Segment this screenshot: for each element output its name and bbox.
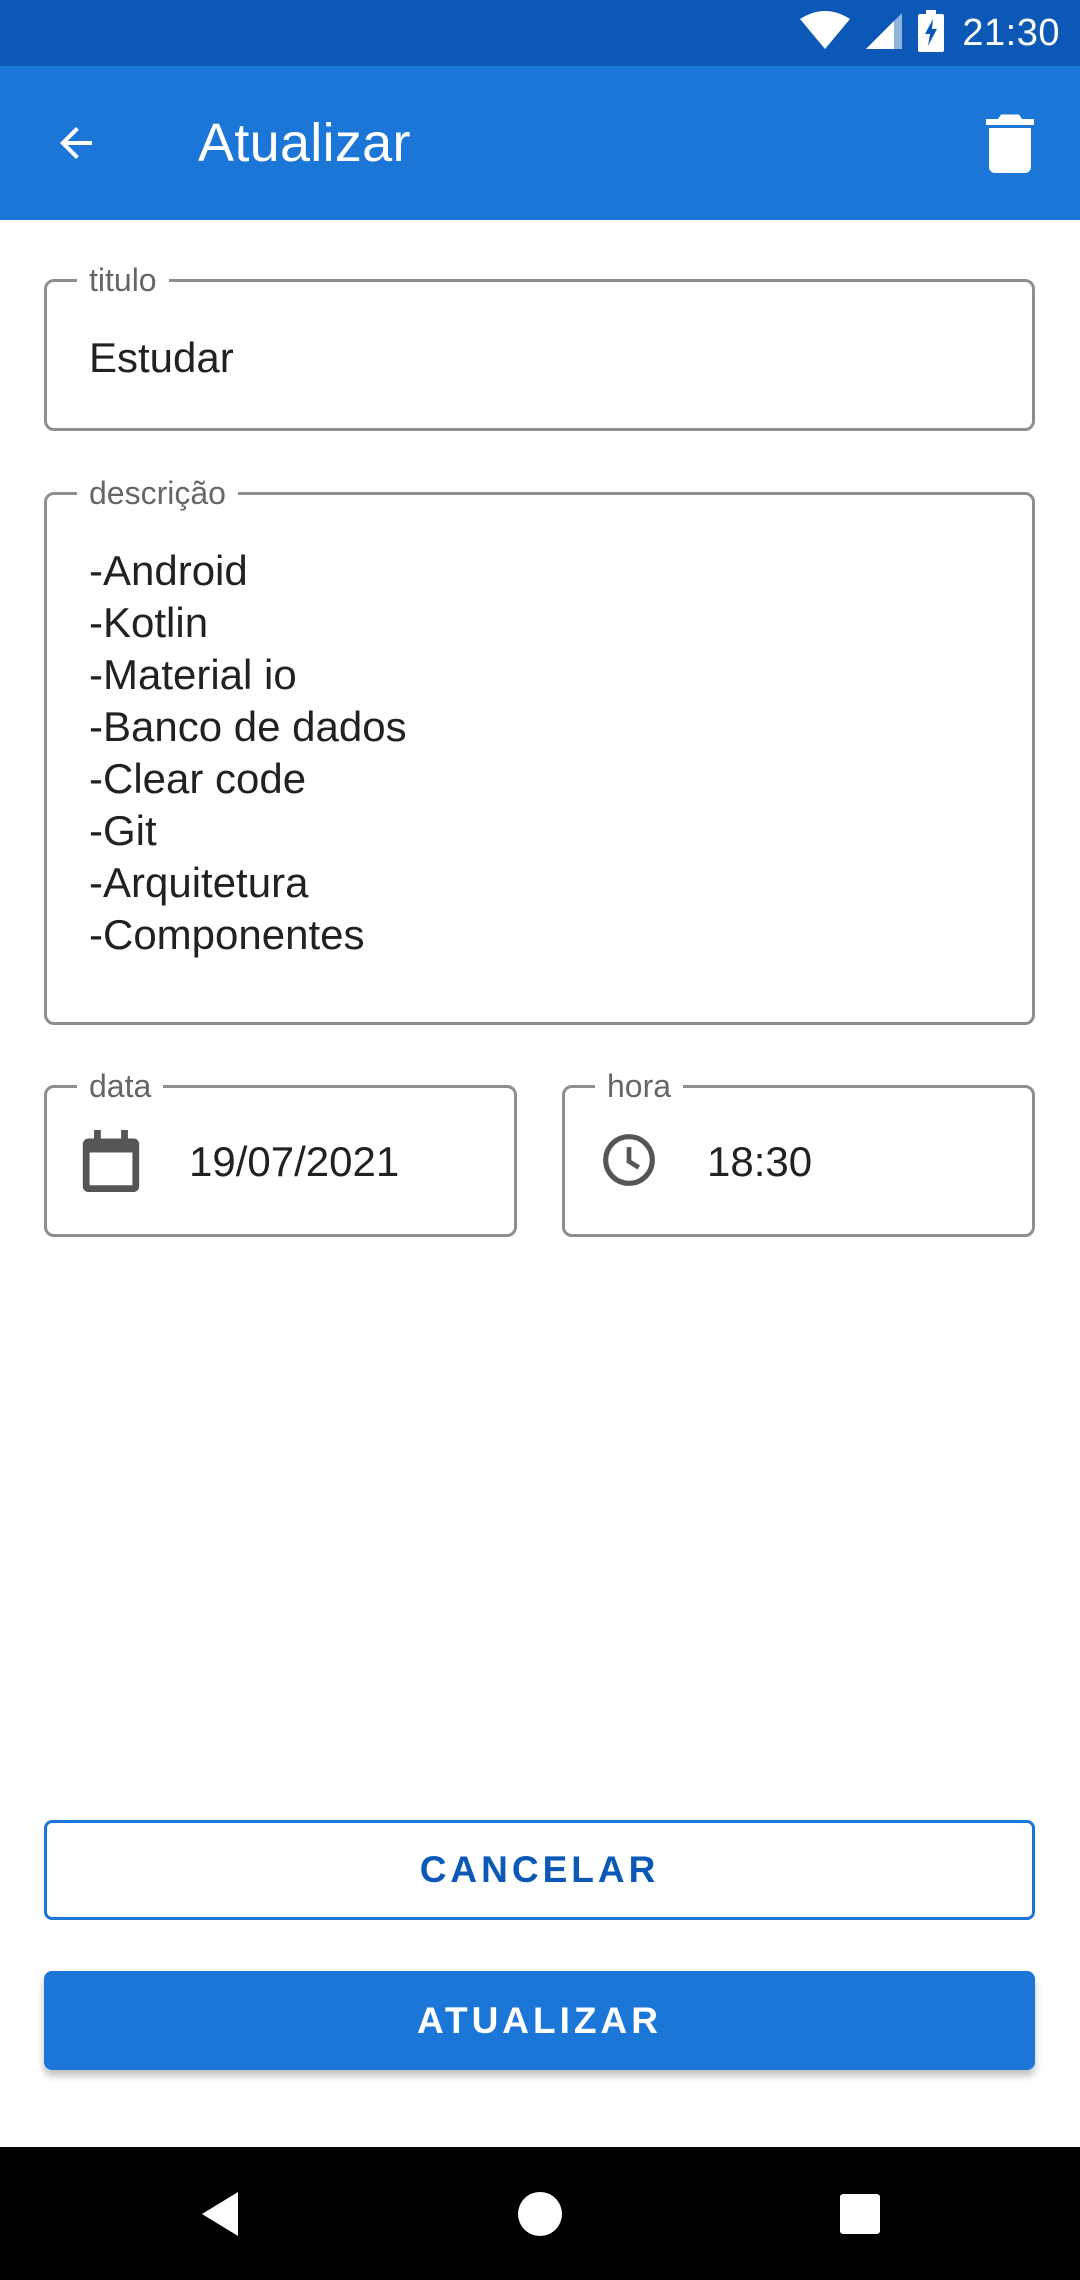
battery-charging-icon bbox=[918, 9, 945, 57]
update-button[interactable]: ATUALIZAR bbox=[44, 1971, 1035, 2070]
description-line: -Android bbox=[89, 547, 248, 594]
date-value: 19/07/2021 bbox=[189, 1138, 400, 1185]
date-field-label: data bbox=[77, 1068, 164, 1104]
app-bar: Atualizar bbox=[0, 66, 1080, 220]
wifi-icon bbox=[800, 10, 851, 56]
trash-icon bbox=[986, 114, 1034, 173]
system-navigation-bar bbox=[0, 2147, 1080, 2280]
date-field[interactable]: data 19/07/2021 bbox=[44, 1068, 517, 1237]
back-button[interactable] bbox=[44, 111, 108, 175]
calendar-icon[interactable] bbox=[79, 1128, 143, 1194]
status-time: 21:30 bbox=[962, 11, 1060, 54]
nav-recents-button[interactable] bbox=[800, 2147, 920, 2280]
title-field[interactable]: titulo Estudar bbox=[44, 262, 1035, 431]
nav-home-button[interactable] bbox=[480, 2147, 600, 2280]
title-field-label: titulo bbox=[77, 262, 169, 298]
clock-icon[interactable] bbox=[599, 1130, 659, 1190]
description-line: -Banco de dados bbox=[89, 703, 407, 750]
arrow-back-icon bbox=[60, 127, 92, 159]
description-field-label: descrição bbox=[77, 475, 238, 511]
description-line: -Componentes bbox=[89, 911, 365, 958]
nav-back-button[interactable] bbox=[160, 2147, 280, 2280]
nav-back-icon bbox=[202, 2191, 238, 2236]
cellular-signal-icon bbox=[864, 11, 904, 56]
description-line: -Arquitetura bbox=[89, 859, 309, 906]
time-field[interactable]: hora 18:30 bbox=[562, 1068, 1035, 1237]
time-value: 18:30 bbox=[707, 1138, 813, 1185]
cancel-button[interactable]: CANCELAR bbox=[44, 1820, 1035, 1920]
nav-recents-icon bbox=[840, 2193, 880, 2234]
description-line: -Git bbox=[89, 807, 157, 854]
delete-button[interactable] bbox=[976, 109, 1044, 177]
description-line: -Clear code bbox=[89, 755, 307, 802]
time-field-label: hora bbox=[595, 1068, 684, 1104]
description-text: -Android -Kotlin -Material io -Banco de … bbox=[89, 545, 407, 961]
description-line: -Kotlin bbox=[89, 599, 209, 646]
description-field[interactable]: descrição -Android -Kotlin -Material io … bbox=[44, 475, 1035, 1025]
title-input-value: Estudar bbox=[89, 334, 234, 381]
nav-home-icon bbox=[518, 2191, 562, 2236]
status-bar: 21:30 bbox=[0, 0, 1080, 66]
page-title: Atualizar bbox=[198, 113, 411, 173]
description-line: -Material io bbox=[89, 651, 297, 698]
